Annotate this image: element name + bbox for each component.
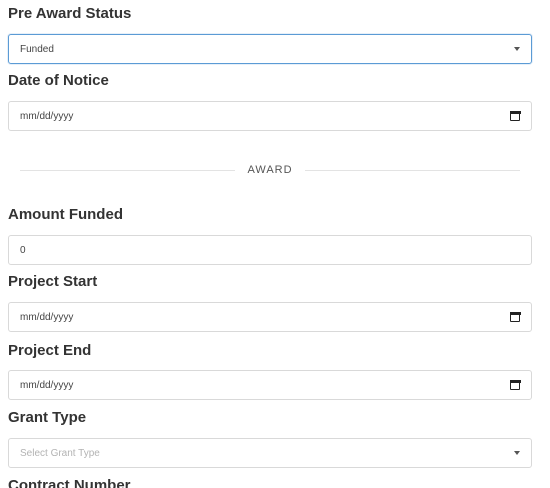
project-end-label: Project End bbox=[8, 342, 92, 359]
project-start-label: Project Start bbox=[8, 273, 98, 290]
contract-number-label: Contract Number bbox=[8, 477, 131, 488]
divider-line-left bbox=[20, 169, 236, 171]
grant-type-placeholder: Select Grant Type bbox=[20, 447, 100, 459]
project-start-input[interactable]: mm/dd/yyyy bbox=[8, 302, 532, 332]
date-of-notice-input[interactable]: mm/dd/yyyy bbox=[8, 101, 532, 131]
project-end-value: mm/dd/yyyy bbox=[20, 379, 74, 391]
project-start-value: mm/dd/yyyy bbox=[20, 311, 74, 323]
amount-funded-value: 0 bbox=[20, 244, 26, 256]
divider-line-right bbox=[304, 169, 521, 171]
calendar-icon[interactable] bbox=[509, 311, 521, 322]
date-of-notice-value: mm/dd/yyyy bbox=[20, 110, 74, 122]
award-section-title: AWARD bbox=[247, 164, 293, 176]
chevron-down-icon bbox=[514, 47, 520, 51]
calendar-icon[interactable] bbox=[509, 379, 521, 390]
grant-type-select[interactable]: Select Grant Type bbox=[8, 438, 532, 468]
calendar-icon[interactable] bbox=[509, 110, 521, 121]
amount-funded-input[interactable]: 0 bbox=[8, 235, 532, 265]
pre-award-status-label: Pre Award Status bbox=[8, 5, 132, 22]
award-section-divider: AWARD bbox=[20, 160, 521, 180]
chevron-down-icon bbox=[514, 451, 520, 455]
award-form: Pre Award Status Funded Date of Notice m… bbox=[0, 0, 550, 488]
date-of-notice-label: Date of Notice bbox=[8, 72, 109, 89]
amount-funded-label: Amount Funded bbox=[8, 206, 123, 223]
grant-type-label: Grant Type bbox=[8, 409, 87, 426]
pre-award-status-select[interactable]: Funded bbox=[8, 34, 532, 64]
project-end-input[interactable]: mm/dd/yyyy bbox=[8, 370, 532, 400]
pre-award-status-value: Funded bbox=[20, 43, 54, 55]
